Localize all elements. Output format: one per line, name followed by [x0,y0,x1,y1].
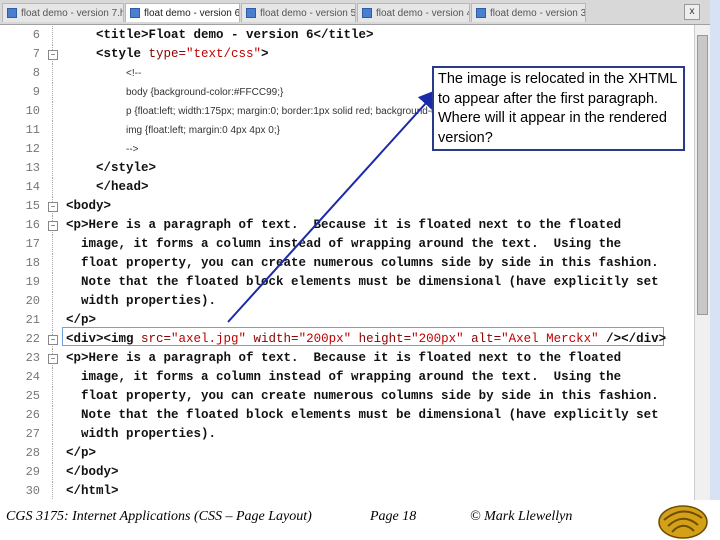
footer-author: © Mark Llewellyn [470,509,573,524]
footer-course: CGS 3175: Internet Applications (CSS – P… [6,509,312,524]
pointer-arrow [227,89,439,323]
annotation-callout: The image is relocated in the XHTML to a… [432,66,685,151]
ucf-pegasus-logo-icon [658,505,708,539]
callout-text: The image is relocated in the XHTML to a… [438,71,677,146]
footer-page: Page 18 [370,509,417,524]
